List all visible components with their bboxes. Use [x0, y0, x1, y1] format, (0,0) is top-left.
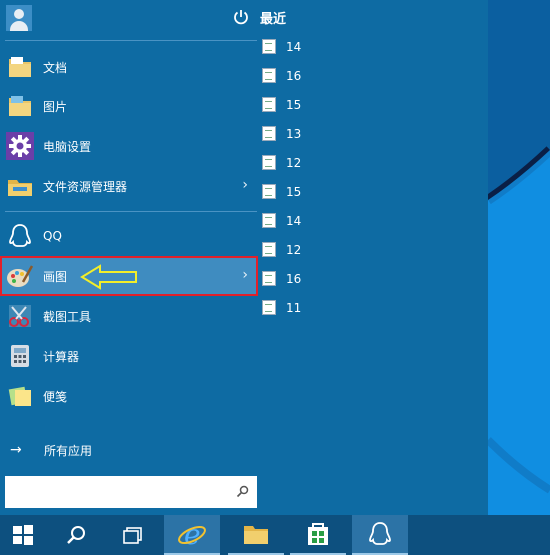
arrow-right-icon: →: [10, 442, 22, 458]
start-menu-left-column: 文档 图片 电脑设置 文件资源管理器 › QQ 画图 › 截图工具 计算器 便笺…: [0, 0, 258, 515]
annotation-arrow: [80, 264, 137, 290]
start-item-label: QQ: [43, 229, 62, 243]
user-account-row[interactable]: [0, 0, 258, 36]
recent-item[interactable]: 14: [262, 32, 322, 61]
power-and-recent-header: 最近: [232, 6, 286, 28]
power-icon[interactable]: [232, 8, 250, 26]
start-item-label: 文档: [43, 60, 68, 75]
start-item-sticky-notes[interactable]: 便笺: [0, 376, 258, 416]
windows-start-icon: [13, 525, 33, 545]
document-icon: [262, 97, 276, 112]
gear-icon: [6, 132, 34, 160]
start-item-pc-settings[interactable]: 电脑设置: [0, 126, 258, 166]
document-icon: [262, 155, 276, 170]
chevron-right-icon[interactable]: ›: [242, 177, 248, 193]
recent-item-label: 14: [286, 39, 302, 54]
task-view-icon: [123, 527, 142, 544]
recent-item-label: 14: [286, 213, 302, 228]
recent-item[interactable]: 15: [262, 90, 322, 119]
recent-item[interactable]: 12: [262, 148, 322, 177]
store-icon: [308, 523, 328, 545]
start-item-label: 便笺: [43, 389, 68, 404]
recent-item[interactable]: 15: [262, 177, 322, 206]
document-icon: [262, 271, 276, 286]
chevron-right-icon[interactable]: ›: [242, 267, 248, 283]
snipping-tool-icon: [6, 302, 34, 330]
recent-item-label: 16: [286, 271, 302, 286]
all-apps-button[interactable]: → 所有应用: [0, 436, 258, 464]
windows-start-button[interactable]: [0, 515, 46, 555]
internet-explorer-taskbar-button[interactable]: e: [164, 515, 220, 555]
start-item-pictures[interactable]: 图片: [0, 86, 258, 126]
start-item-label: 截图工具: [43, 309, 92, 324]
recent-item[interactable]: 16: [262, 264, 322, 293]
start-item-calculator[interactable]: 计算器: [0, 336, 258, 376]
start-item-label: 文件资源管理器: [43, 179, 128, 194]
search-icon: [67, 526, 85, 544]
qq-taskbar-button[interactable]: [352, 515, 408, 555]
folder-pictures-icon: [6, 92, 34, 120]
recent-item[interactable]: 11: [262, 293, 322, 322]
search-icon: [236, 485, 249, 498]
document-icon: [262, 39, 276, 54]
recent-item-label: 16: [286, 68, 302, 83]
taskbar: e: [0, 515, 550, 555]
recent-item-label: 13: [286, 126, 302, 141]
recent-label: 最近: [260, 11, 287, 27]
document-icon: [262, 68, 276, 83]
qq-icon: [369, 522, 391, 545]
start-item-documents[interactable]: 文档: [0, 47, 258, 87]
recent-item-label: 12: [286, 242, 302, 257]
all-apps-label: 所有应用: [44, 443, 93, 458]
start-item-label: 电脑设置: [43, 139, 92, 154]
recent-item-label: 15: [286, 184, 302, 199]
recent-item-label: 15: [286, 97, 302, 112]
start-menu: 文档 图片 电脑设置 文件资源管理器 › QQ 画图 › 截图工具 计算器 便笺…: [0, 0, 488, 515]
document-icon: [262, 126, 276, 141]
recent-list: 14 16 15 13 12 15 14 12 16 11: [262, 32, 322, 322]
divider: [5, 40, 257, 41]
recent-item-label: 12: [286, 155, 302, 170]
recent-item[interactable]: 13: [262, 119, 322, 148]
calculator-icon: [6, 342, 34, 370]
document-icon: [262, 184, 276, 199]
divider: [5, 211, 257, 212]
document-icon: [262, 242, 276, 257]
file-explorer-icon: [6, 172, 34, 200]
recent-item[interactable]: 14: [262, 206, 322, 235]
document-icon: [262, 213, 276, 228]
start-item-qq[interactable]: QQ: [0, 216, 258, 256]
qq-penguin-icon: [6, 222, 34, 250]
file-explorer-icon: [244, 526, 268, 544]
avatar-body: [10, 21, 28, 31]
file-explorer-taskbar-button[interactable]: [228, 515, 284, 555]
internet-explorer-icon: e: [178, 519, 206, 549]
svg-text:e: e: [184, 519, 201, 549]
start-item-snipping-tool[interactable]: 截图工具: [0, 296, 258, 336]
desktop-wallpaper: [488, 0, 550, 515]
start-item-file-explorer[interactable]: 文件资源管理器 ›: [0, 166, 258, 206]
store-taskbar-button[interactable]: [290, 515, 346, 555]
sticky-notes-icon: [6, 382, 34, 410]
paint-palette-icon: [6, 262, 34, 290]
document-icon: [262, 300, 276, 315]
task-view-button[interactable]: [108, 515, 158, 555]
recent-item-label: 11: [286, 300, 302, 315]
search-input[interactable]: [5, 476, 257, 508]
avatar-head: [14, 9, 24, 19]
folder-documents-icon: [6, 53, 34, 81]
start-item-label: 画图: [43, 269, 68, 284]
recent-item[interactable]: 16: [262, 61, 322, 90]
avatar[interactable]: [6, 5, 32, 31]
start-item-label: 图片: [43, 99, 68, 114]
recent-item[interactable]: 12: [262, 235, 322, 264]
start-item-label: 计算器: [43, 349, 80, 364]
taskbar-search-button[interactable]: [52, 515, 100, 555]
